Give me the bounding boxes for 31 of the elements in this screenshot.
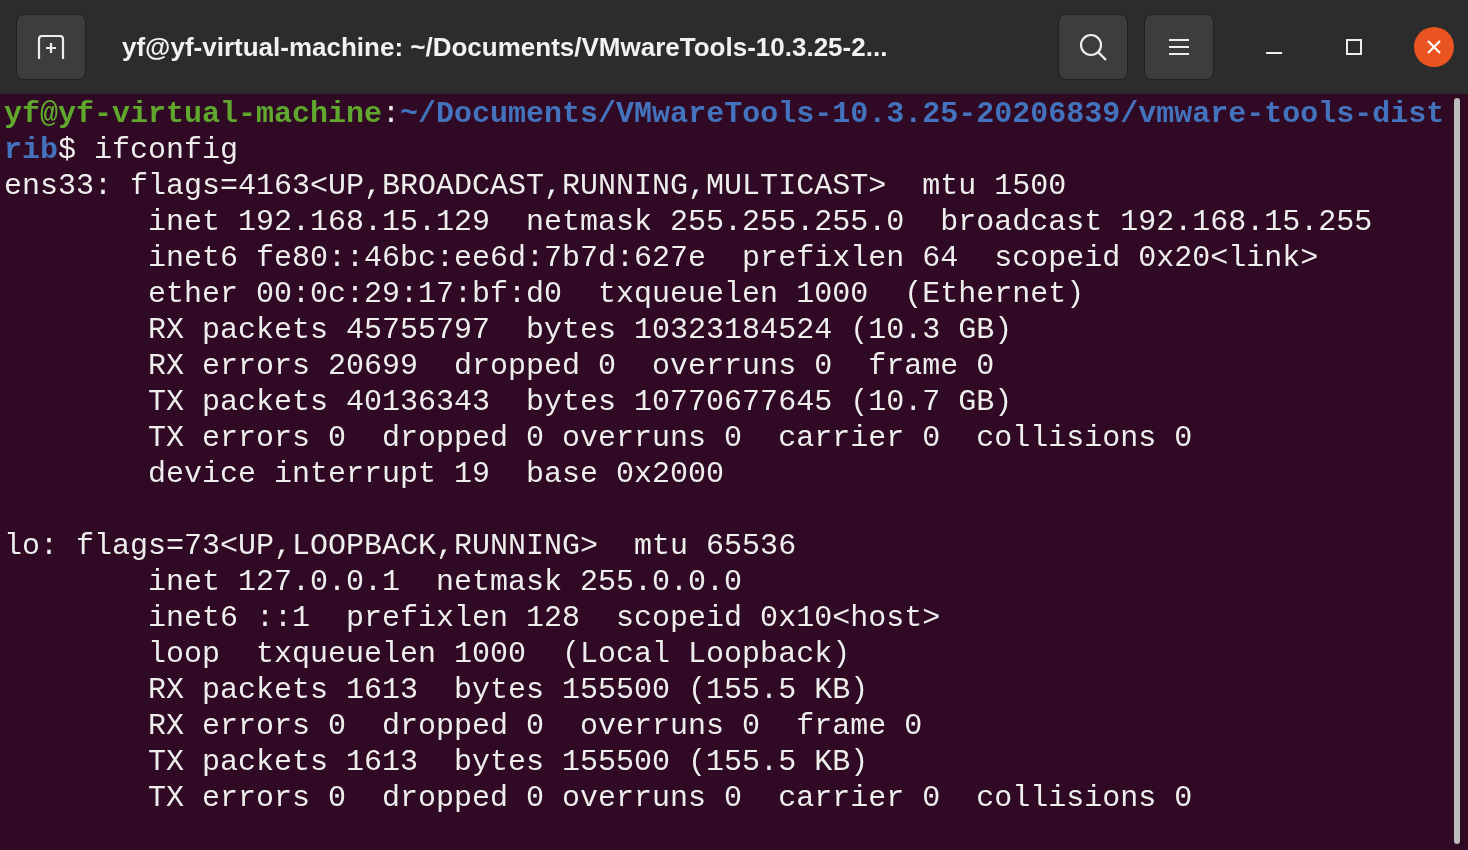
new-tab-icon xyxy=(36,34,66,60)
new-tab-button[interactable] xyxy=(16,14,86,80)
terminal-line: TX packets 40136343 bytes 10770677645 (10.7 GB) xyxy=(147,384,1013,420)
terminal-line: RX errors 20699 dropped 0 overruns 0 frame 0 xyxy=(147,348,995,384)
menu-button[interactable] xyxy=(1144,14,1214,80)
terminal-line: RX packets 1613 bytes 155500 (155.5 KB) xyxy=(147,672,869,708)
window-title: yf@yf-virtual-machine: ~/Documents/VMwareTools-10.3.25-2... xyxy=(122,30,889,64)
terminal-line: inet6 fe80::46bc:ee6d:7b7d:627e prefixlen 64 scopeid 0x20<link> xyxy=(147,240,1319,276)
scrollbar[interactable] xyxy=(1454,98,1460,844)
terminal-line: ether 00:0c:29:17:bf:d0 txqueuelen 1000 (Ethernet) xyxy=(147,276,1085,312)
close-button[interactable] xyxy=(1414,27,1454,67)
terminal-line: TX packets 1613 bytes 155500 (155.5 KB) xyxy=(147,744,869,780)
search-button[interactable] xyxy=(1058,14,1128,80)
menu-icon xyxy=(1168,38,1190,56)
terminal-line: TX errors 0 dropped 0 overruns 0 carrier 0 collisions 0 xyxy=(147,780,1193,816)
terminal-line: ens33: flags=4163<UP,BROADCAST,RUNNING,MULTICAST> mtu 1500 xyxy=(4,168,1067,204)
terminal-line: lo: flags=73<UP,LOOPBACK,RUNNING> mtu 65536 xyxy=(4,528,797,564)
terminal-line: RX packets 45755797 bytes 10323184524 (10.3 GB) xyxy=(147,312,1013,348)
terminal-line: RX errors 0 dropped 0 overruns 0 frame 0 xyxy=(147,708,923,744)
close-icon xyxy=(1425,38,1443,56)
terminal-line: TX errors 0 dropped 0 overruns 0 carrier 0 collisions 0 xyxy=(147,420,1193,456)
terminal-line: device interrupt 19 base 0x2000 xyxy=(147,456,725,492)
terminal-line: rib$ ifconfig xyxy=(4,132,239,168)
search-icon xyxy=(1078,32,1108,62)
terminal-line: yf@yf-virtual-machine:~/Documents/VMwareTools-10.3.25-20206839/vmware-tools-dist xyxy=(4,96,1445,132)
minimize-icon xyxy=(1265,52,1283,54)
terminal-line: inet6 ::1 prefixlen 128 scopeid 0x10<host> xyxy=(147,600,941,636)
maximize-icon xyxy=(1345,38,1363,56)
terminal-line: inet 127.0.0.1 netmask 255.0.0.0 xyxy=(147,564,743,600)
terminal-line: loop txqueuelen 1000 (Local Loopback) xyxy=(147,636,851,672)
terminal-line: inet 192.168.15.129 netmask 255.255.255.0 broadcast 192.168.15.255 xyxy=(147,204,1373,240)
